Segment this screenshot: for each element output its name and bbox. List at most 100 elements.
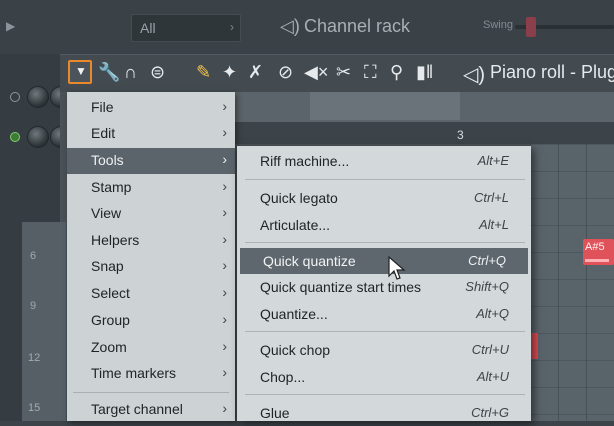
menu-divider: [245, 331, 525, 332]
submenu-item-chop[interactable]: Chop... Alt+U: [237, 364, 531, 390]
zoom-icon[interactable]: ⚲: [390, 62, 403, 82]
shortcut-label: Ctrl+U: [471, 342, 509, 357]
speaker-icon: ◁): [280, 16, 300, 36]
swing-label: Swing: [483, 19, 513, 31]
chevron-right-icon: ›: [222, 364, 227, 380]
note-grid[interactable]: [530, 144, 614, 421]
chevron-right-icon: ›: [230, 20, 234, 34]
submenu-item-label: Quick legato: [260, 190, 338, 206]
menu-item-time-markers[interactable]: Time markers ›: [67, 361, 235, 387]
submenu-item-glue[interactable]: Glue Ctrl+G: [237, 400, 531, 426]
menu-item-stamp[interactable]: Stamp ›: [67, 175, 235, 201]
submenu-item-quantize[interactable]: Quantize... Alt+Q: [237, 301, 531, 327]
chevron-right-icon: ›: [222, 124, 227, 140]
menu-item-helpers[interactable]: Helpers ›: [67, 228, 235, 254]
menu-item-label: Stamp: [91, 179, 132, 195]
submenu-item-articulate[interactable]: Articulate... Alt+L: [237, 212, 531, 238]
submenu-item-quick-chop[interactable]: Quick chop Ctrl+U: [237, 337, 531, 363]
tools-submenu: Riff machine... Alt+E Quick legato Ctrl+…: [237, 146, 531, 421]
menu-item-edit[interactable]: Edit ›: [67, 121, 235, 147]
submenu-item-quick-legato[interactable]: Quick legato Ctrl+L: [237, 185, 531, 211]
submenu-item-riff-machine[interactable]: Riff machine... Alt+E: [237, 148, 531, 174]
chevron-right-icon: ›: [222, 231, 227, 247]
menu-circle-icon[interactable]: ⊜: [150, 62, 165, 82]
note-velocity-bar: [585, 259, 609, 262]
speaker-icon: ◁): [463, 64, 486, 86]
chevron-right-icon: ›: [222, 284, 227, 300]
menu-item-label: View: [91, 205, 122, 221]
note-block[interactable]: [530, 333, 538, 359]
channel-led-active[interactable]: [10, 132, 20, 142]
key-number: 6: [30, 250, 37, 262]
submenu-item-quick-quantize-start-times[interactable]: Quick quantize start times Shift+Q: [237, 274, 531, 300]
wrench-icon[interactable]: 🔧: [98, 62, 120, 82]
menu-item-label: Time markers: [91, 365, 177, 381]
menu-item-label: Snap: [91, 258, 124, 274]
submenu-item-label: Quick chop: [260, 342, 331, 358]
menu-item-label: Tools: [91, 152, 124, 168]
menu-item-view[interactable]: View ›: [67, 201, 235, 227]
bar-number: 3: [457, 128, 464, 142]
submenu-item-quick-quantize[interactable]: Quick quantize Ctrl+Q: [240, 248, 528, 274]
chevron-right-icon: ›: [222, 257, 227, 273]
submenu-item-label: Chop...: [260, 369, 306, 385]
piano-roll-menu-button[interactable]: ▼: [68, 60, 92, 84]
slice-icon[interactable]: ✂: [336, 62, 351, 82]
pencil-icon[interactable]: ✎: [196, 62, 211, 82]
chevron-right-icon: ›: [222, 204, 227, 220]
key-number: 9: [30, 300, 37, 312]
chevron-right-icon: ›: [222, 338, 227, 354]
volume-knob[interactable]: [27, 126, 49, 148]
swing-slider-handle[interactable]: [526, 17, 536, 37]
menu-item-tools[interactable]: Tools ›: [67, 148, 235, 174]
chevron-right-icon: ›: [222, 151, 227, 167]
submenu-item-label: Riff machine...: [260, 153, 350, 169]
no-entry-icon[interactable]: ⊘: [278, 62, 293, 82]
menu-divider: [245, 179, 525, 180]
channel-led[interactable]: [10, 92, 20, 102]
menu-item-target-channel[interactable]: Target channel ›: [67, 397, 235, 423]
menu-item-file[interactable]: File ›: [67, 95, 235, 121]
select-icon[interactable]: ⛶: [364, 62, 377, 82]
channel-filter-select[interactable]: All ›: [131, 14, 241, 42]
menu-item-select[interactable]: Select ›: [67, 281, 235, 307]
menu-item-zoom[interactable]: Zoom ›: [67, 335, 235, 361]
magnet-icon[interactable]: ∩: [124, 62, 137, 82]
shortcut-label: Ctrl+Q: [468, 253, 506, 268]
delete-icon[interactable]: ✗: [248, 62, 263, 82]
menu-divider: [245, 242, 525, 243]
horizontal-scrollbar[interactable]: [310, 92, 460, 120]
menu-item-label: Target channel: [91, 401, 183, 417]
chevron-right-icon: ›: [222, 98, 227, 114]
menu-item-label: Edit: [91, 125, 116, 141]
channel-rack-title: Channel rack: [304, 16, 411, 36]
piano-roll-menu: File › Edit › Tools › Stamp › View › Hel…: [67, 92, 235, 421]
shortcut-label: Alt+E: [477, 153, 509, 168]
mute-icon[interactable]: ◀×: [304, 62, 328, 82]
key-number: 12: [28, 352, 41, 364]
submenu-item-label: Glue: [260, 405, 290, 421]
volume-knob[interactable]: [27, 86, 49, 108]
triangle-down-icon: ▼: [75, 64, 87, 78]
chevron-right-icon: ›: [222, 311, 227, 327]
submenu-item-label: Articulate...: [260, 217, 331, 233]
play-arrow-icon[interactable]: ▶: [6, 19, 15, 33]
key-number: 15: [28, 402, 41, 414]
note-block[interactable]: A#5: [583, 239, 614, 265]
menu-item-snap[interactable]: Snap ›: [67, 254, 235, 280]
shortcut-label: Ctrl+G: [471, 405, 509, 420]
menu-item-group[interactable]: Group ›: [67, 308, 235, 334]
channel-filter-value: All: [140, 20, 156, 36]
playback-icon[interactable]: ▮‖: [416, 62, 433, 82]
note-label: A#5: [585, 241, 605, 253]
shortcut-label: Alt+L: [479, 217, 509, 232]
menu-item-label: Helpers: [91, 232, 140, 248]
shortcut-label: Alt+U: [476, 369, 509, 384]
brush-icon[interactable]: ✦: [222, 62, 237, 82]
shortcut-label: Ctrl+L: [473, 190, 509, 205]
chevron-right-icon: ›: [222, 178, 227, 194]
submenu-item-label: Quick quantize: [263, 253, 356, 269]
menu-item-label: Group: [91, 312, 130, 328]
menu-divider: [245, 394, 525, 395]
bar-ruler[interactable]: [234, 122, 614, 144]
